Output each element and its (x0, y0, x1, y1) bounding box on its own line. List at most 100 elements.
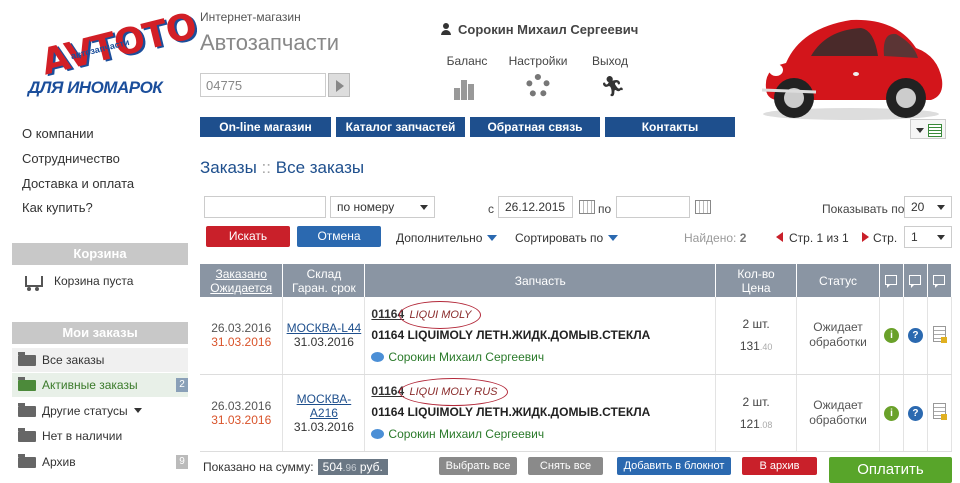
orders-other-label: Другие статусы (42, 404, 128, 418)
table-row[interactable]: 26.03.2016 31.03.2016 МОСКВА-L44 31.03.201… (200, 297, 953, 375)
shown-sum: Показано на сумму: 504.96 руб. (203, 459, 388, 475)
order-dates: 26.03.2016 31.03.2016 (200, 374, 284, 452)
date-from-label: с (488, 202, 494, 216)
user-name[interactable]: Сорокин Михаил Сергеевич (440, 22, 638, 37)
cart-status[interactable]: Корзина пуста (22, 273, 133, 291)
sort-dropdown[interactable]: Сортировать по (515, 231, 618, 245)
col-comment-1 (879, 264, 904, 297)
order-part: 01164 LIQUI MOLY RUS 01164 LIQUIMOLY ЛЕТ… (364, 374, 717, 452)
menu-delivery[interactable]: Доставка и оплата (22, 176, 134, 191)
site-logo[interactable]: AVTOTO автозапчасти ДЛЯ ИНОМАРОК (22, 6, 200, 100)
sum-value-main: 504 (322, 460, 343, 474)
found-value: 2 (739, 231, 747, 245)
info-icon[interactable]: i (883, 405, 899, 421)
document-icon[interactable] (932, 325, 947, 343)
gear-icon[interactable] (526, 74, 550, 98)
nav-feedback[interactable]: Обратная связь (470, 117, 600, 137)
question-icon[interactable]: ? (907, 328, 923, 344)
order-status-line2: обработки (809, 412, 867, 427)
menu-how-to-buy[interactable]: Как купить? (22, 200, 93, 215)
nav-online-shop[interactable]: On-line магазин (200, 117, 331, 137)
show-per-page-select[interactable]: 20 (904, 196, 952, 218)
order-date: 26.03.2016 (211, 321, 272, 336)
expected-date: 31.03.2016 (211, 412, 272, 427)
select-all-button[interactable]: Выбрать все (439, 457, 517, 475)
more-filters-dropdown[interactable]: Дополнительно (396, 231, 497, 245)
orders-all-label: Все заказы (42, 353, 105, 367)
order-warehouse: МОСКВА-А216 31.03.2016 (282, 374, 366, 452)
orders-out-of-stock-label: Нет в наличии (42, 429, 123, 443)
col-qty-label: Кол-во (737, 266, 775, 281)
nav-catalog[interactable]: Каталог запчастей (336, 117, 465, 137)
search-go-button[interactable] (328, 73, 350, 97)
orders-archive-label: Архив (42, 455, 76, 469)
orders-active[interactable]: Активные заказы 2 (12, 373, 188, 397)
menu-cooperation[interactable]: Сотрудничество (22, 151, 120, 166)
order-qty-price: 2 шт. 121.08 (715, 374, 798, 452)
filter-text-input[interactable] (204, 196, 326, 218)
calendar-icon[interactable] (579, 200, 595, 214)
col-dates[interactable]: Заказано Ожидается (200, 264, 284, 297)
table-row[interactable]: 26.03.2016 31.03.2016 МОСКВА-А216 31.03.20… (200, 374, 953, 452)
cart-icon (22, 273, 44, 291)
search-input[interactable]: 04775 (200, 73, 326, 97)
user-icon (440, 23, 452, 35)
search-button[interactable]: Искать (206, 226, 290, 247)
order-status: Ожидает обработки (796, 297, 880, 375)
archive-button[interactable]: В архив (742, 457, 817, 475)
col-expected: Ожидается (210, 280, 273, 295)
order-status-line1: Ожидает (813, 320, 863, 335)
orders-active-count: 2 (176, 378, 188, 392)
settings-link[interactable]: Настройки (506, 54, 570, 68)
add-to-notebook-button[interactable]: Добавить в блокнот (617, 457, 731, 475)
cancel-button[interactable]: Отмена (297, 226, 381, 247)
order-qty-price: 2 шт. 131.40 (715, 297, 798, 375)
row-doc-cell (927, 374, 953, 452)
date-to-input[interactable] (616, 196, 690, 218)
question-icon[interactable]: ? (907, 405, 923, 421)
order-price-value: 121 (739, 416, 760, 431)
page-select[interactable]: 1 (904, 226, 952, 248)
next-page-icon[interactable] (862, 232, 869, 242)
date-from-input[interactable]: 26.12.2015 (498, 196, 573, 218)
runner-icon[interactable]: 🏃︎ (600, 74, 626, 98)
prev-page-icon[interactable] (776, 232, 783, 242)
deselect-all-button[interactable]: Снять все (528, 457, 603, 475)
folder-icon (18, 428, 36, 442)
order-price: 121.08 (716, 417, 796, 431)
logout-link[interactable]: Выход (590, 54, 630, 68)
orders-all[interactable]: Все заказы (12, 348, 188, 372)
col-warehouse: Склад Гаран. срок (282, 264, 366, 297)
balance-link[interactable]: Баланс (446, 54, 488, 68)
page-title: Заказы :: Все заказы (200, 158, 364, 178)
page-title-separator: :: (261, 158, 271, 177)
filter-mode-select[interactable]: по номеру (330, 196, 435, 218)
orders-out-of-stock[interactable]: Нет в наличии (12, 424, 188, 448)
show-per-page-value: 20 (911, 200, 925, 214)
calendar-icon[interactable] (695, 200, 711, 214)
order-status: Ожидает обработки (796, 374, 880, 452)
warehouse-link[interactable]: МОСКВА-А216 (283, 392, 364, 420)
orders-other[interactable]: Другие статусы (12, 399, 188, 423)
col-comment-2 (903, 264, 928, 297)
view-toggle-button[interactable] (910, 119, 946, 139)
order-user-name: Сорокин Михаил Сергеевич (388, 349, 545, 364)
nav-contacts[interactable]: Контакты (605, 117, 735, 137)
folder-icon (18, 454, 36, 468)
info-icon[interactable]: i (883, 328, 899, 344)
page-select-value: 1 (911, 230, 918, 244)
col-warehouse-label: Склад (306, 266, 342, 281)
order-dates: 26.03.2016 31.03.2016 (200, 297, 284, 375)
pay-button[interactable]: Оплатить (829, 457, 952, 483)
sum-value-cents: .96 (342, 463, 357, 474)
menu-about[interactable]: О компании (22, 126, 94, 141)
cart-status-text: Корзина пуста (54, 274, 134, 289)
balance-bars-icon[interactable] (454, 76, 480, 100)
comment-icon (371, 429, 385, 439)
document-icon[interactable] (932, 403, 947, 420)
col-price-label: Цена (741, 280, 771, 295)
show-per-page-label: Показывать по (822, 202, 905, 216)
warehouse-link[interactable]: МОСКВА-L44 (283, 321, 364, 335)
orders-archive[interactable]: Архив 9 (12, 450, 188, 474)
order-status-line2: обработки (809, 335, 867, 350)
